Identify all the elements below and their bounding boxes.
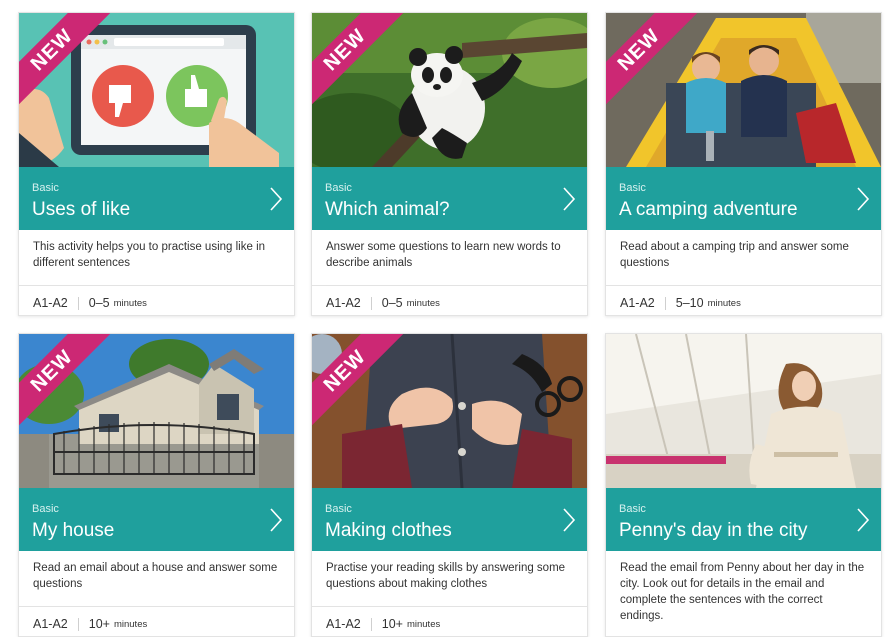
activity-card-pennys-day[interactable]: Basic Penny's day in the city Read the e… <box>605 333 882 637</box>
cefr-level: A1-A2 <box>620 296 655 310</box>
card-description: Read about a camping trip and answer som… <box>606 230 881 286</box>
card-title[interactable]: Penny's day in the city <box>619 520 807 542</box>
new-badge: NEW <box>19 334 129 444</box>
card-meta: A1-A2 0–5 minutes <box>19 286 294 315</box>
card-image <box>606 334 881 488</box>
duration: 0–5 <box>88 296 110 310</box>
duration: 5–10 <box>675 296 704 310</box>
duration: 0–5 <box>381 296 403 310</box>
card-title[interactable]: A camping adventure <box>619 199 798 221</box>
duration-unit: minutes <box>113 618 148 630</box>
chevron-right-icon[interactable] <box>855 507 871 533</box>
activity-card-camping-adventure[interactable]: NEW Basic A camping adventure Read about… <box>605 12 882 316</box>
divider <box>77 617 79 631</box>
duration-unit: minutes <box>707 297 741 309</box>
level-label: Basic <box>32 182 59 194</box>
card-header: Basic Uses of like <box>19 167 294 230</box>
divider <box>77 296 79 310</box>
card-meta: A1-A2 0–5 minutes <box>312 286 587 315</box>
level-label: Basic <box>619 503 646 515</box>
chevron-right-icon[interactable] <box>268 507 284 533</box>
card-header: Basic Which animal? <box>312 167 587 230</box>
card-title[interactable]: Making clothes <box>325 520 452 542</box>
chevron-right-icon[interactable] <box>268 186 284 212</box>
cefr-level: A1-A2 <box>326 617 361 631</box>
new-badge: NEW <box>312 13 422 123</box>
new-badge: NEW <box>606 13 716 123</box>
level-label: Basic <box>32 503 59 515</box>
new-badge: NEW <box>19 13 129 123</box>
chevron-right-icon[interactable] <box>561 507 577 533</box>
duration-unit: minutes <box>406 618 441 630</box>
chevron-right-icon[interactable] <box>561 186 577 212</box>
duration: 10+ <box>381 617 403 631</box>
card-header: Basic A camping adventure <box>606 167 881 230</box>
chevron-right-icon[interactable] <box>855 186 871 212</box>
duration: 10+ <box>88 617 110 631</box>
activity-card-making-clothes[interactable]: NEW Basic Making clothes Practise your r… <box>311 333 588 637</box>
card-title[interactable]: Which animal? <box>325 199 450 221</box>
divider <box>370 296 372 310</box>
divider <box>370 617 372 631</box>
woman-in-station-photo <box>606 334 881 488</box>
card-image: NEW <box>312 334 587 488</box>
cefr-level: A1-A2 <box>33 617 68 631</box>
activity-card-which-animal[interactable]: NEW Basic Which animal? Answer some ques… <box>311 12 588 316</box>
card-description: This activity helps you to practise usin… <box>19 230 294 286</box>
cefr-level: A1-A2 <box>33 296 68 310</box>
duration-unit: minutes <box>113 297 147 309</box>
duration-unit: minutes <box>406 297 440 309</box>
new-badge: NEW <box>312 334 422 444</box>
level-label: Basic <box>325 503 352 515</box>
card-description: Practise your reading skills by answerin… <box>312 551 587 607</box>
card-description: Answer some questions to learn new words… <box>312 230 587 286</box>
activity-card-uses-of-like[interactable]: NEW Basic Uses of like This activity hel… <box>18 12 295 316</box>
card-description: Read an email about a house and answer s… <box>19 551 294 607</box>
card-title[interactable]: My house <box>32 520 114 542</box>
card-title[interactable]: Uses of like <box>32 199 130 221</box>
activity-card-my-house[interactable]: NEW Basic My house Read an email about a… <box>18 333 295 637</box>
card-image: NEW <box>19 334 294 488</box>
card-meta: A1-A2 10+ minutes <box>19 607 294 636</box>
card-image: NEW <box>312 13 587 167</box>
card-header: Basic Penny's day in the city <box>606 488 881 551</box>
card-description: Read the email from Penny about her day … <box>620 562 865 622</box>
card-header: Basic Making clothes <box>312 488 587 551</box>
level-label: Basic <box>619 182 646 194</box>
card-header: Basic My house <box>19 488 294 551</box>
level-label: Basic <box>325 182 352 194</box>
divider <box>664 296 666 310</box>
cefr-level: A1-A2 <box>326 296 361 310</box>
card-meta: A1-A2 5–10 minutes <box>606 286 881 315</box>
card-meta: A1-A2 10+ minutes <box>312 607 587 636</box>
card-image: NEW <box>606 13 881 167</box>
card-image: NEW <box>19 13 294 167</box>
